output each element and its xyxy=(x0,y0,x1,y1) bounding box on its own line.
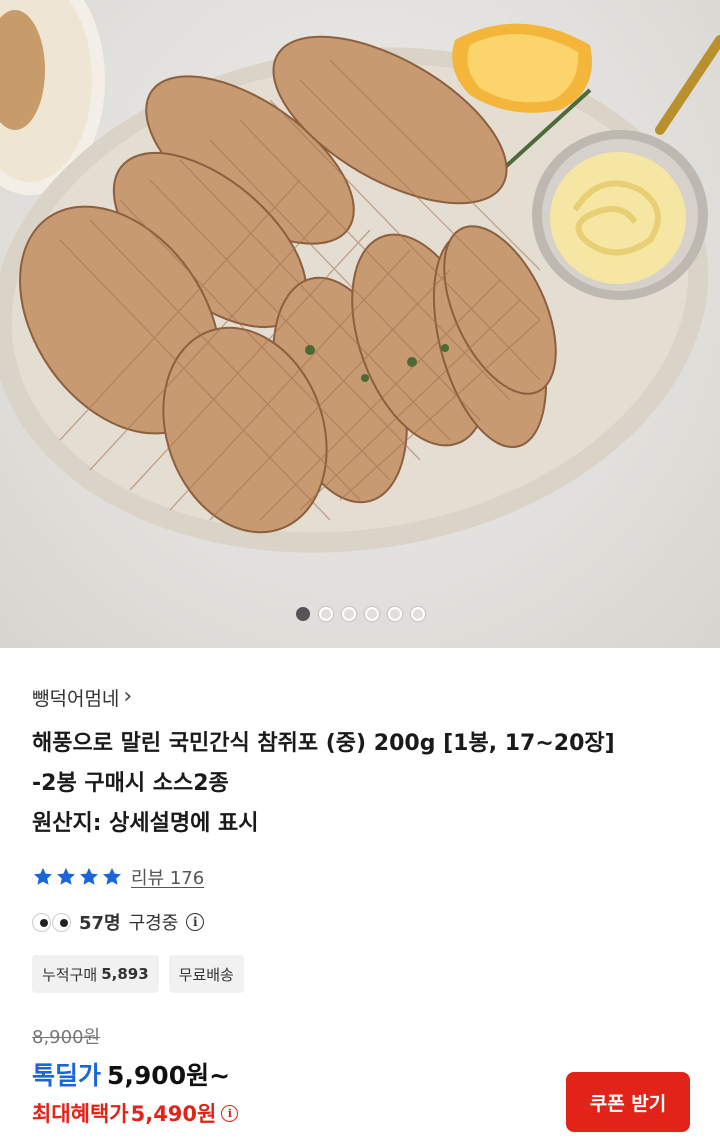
gallery-dot[interactable] xyxy=(364,607,379,621)
gallery-pagination xyxy=(0,607,720,621)
chevron-right-icon: › xyxy=(123,684,133,709)
product-title-line: 원산지: 상세설명에 표시 xyxy=(32,811,259,836)
badge-chips: 누적구매 5,893 무료배송 xyxy=(32,955,244,993)
review-count-link[interactable]: 리뷰 176 xyxy=(131,864,204,890)
chip-label: 무료배송 xyxy=(178,965,234,984)
viewer-suffix: 구경중 xyxy=(128,913,179,934)
info-icon[interactable]: i xyxy=(186,913,205,931)
star-icon xyxy=(103,867,121,885)
info-icon[interactable]: i xyxy=(221,1104,239,1122)
original-price: 8,900원 xyxy=(32,1027,101,1048)
viewer-count: 57명 xyxy=(79,913,121,934)
star-icon xyxy=(57,867,75,885)
gallery-dot[interactable] xyxy=(387,607,402,621)
max-benefit-price: 5,490원 xyxy=(130,1102,217,1126)
deal-price-row: 톡딜가 5,900원~ xyxy=(32,1056,230,1092)
deal-label: 톡딜가 xyxy=(32,1061,102,1090)
rating-row: 리뷰 176 xyxy=(32,864,204,890)
gallery-dot[interactable] xyxy=(318,607,333,621)
chip-label: 누적구매 xyxy=(42,965,98,984)
product-title-line: -2봉 구매시 소스2종 xyxy=(32,771,229,796)
max-benefit-row: 최대혜택가 5,490원 i xyxy=(32,1098,239,1128)
product-title: 해풍으로 말린 국민간식 참쥐포 (중) 200g [1봉, 17~20장] -… xyxy=(32,724,702,844)
store-link[interactable]: 뺑덕어멈네 › xyxy=(32,684,132,711)
free-shipping-chip: 무료배송 xyxy=(168,955,244,993)
gallery-dot[interactable] xyxy=(341,607,356,621)
store-name: 뺑덕어멈네 xyxy=(32,688,120,710)
gallery-dot[interactable] xyxy=(295,607,310,621)
product-image-gallery[interactable] xyxy=(0,0,720,648)
viewers-row: 57명 구경중 i xyxy=(32,909,205,935)
get-coupon-button[interactable]: 쿠폰 받기 xyxy=(566,1072,690,1132)
product-photo xyxy=(0,0,720,553)
star-rating xyxy=(32,866,123,888)
star-icon xyxy=(80,867,98,885)
star-icon xyxy=(34,867,52,885)
cumulative-purchase-chip: 누적구매 5,893 xyxy=(32,955,159,993)
deal-price: 5,900원~ xyxy=(107,1061,231,1090)
product-title-line: 해풍으로 말린 국민간식 참쥐포 (중) 200g [1봉, 17~20장] xyxy=(32,731,615,756)
max-benefit-label: 최대혜택가 xyxy=(32,1102,129,1126)
chip-value: 5,893 xyxy=(101,965,149,983)
gallery-dot[interactable] xyxy=(410,607,425,621)
eyes-icon xyxy=(32,912,71,932)
